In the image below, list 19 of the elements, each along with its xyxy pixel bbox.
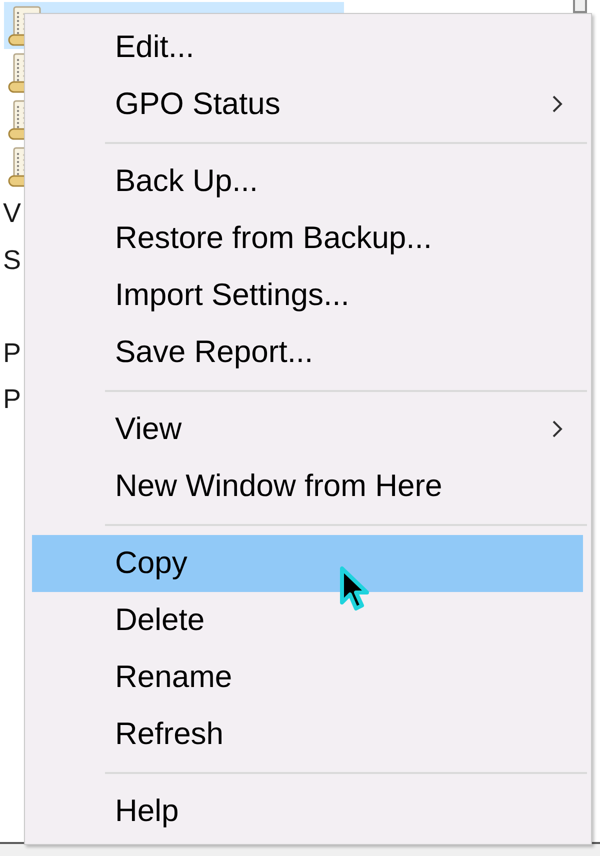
menu-item[interactable]: Help [32,782,583,840]
scrollbar-thumb[interactable] [573,0,587,13]
cursor-icon [338,564,372,613]
menu-item[interactable]: Delete [32,592,583,648]
menu-item[interactable]: Save Report... [32,324,583,380]
menu-item[interactable]: Restore from Backup... [32,210,583,266]
tree-item[interactable]: V [0,190,22,237]
menu-item[interactable]: New Window from Here [32,458,583,514]
menu-item[interactable]: Refresh [32,706,583,762]
menu-item[interactable]: Back Up... [32,152,583,210]
list-item[interactable]: P [0,330,22,376]
menu-item[interactable]: Copy [32,534,583,592]
list-item[interactable]: P [0,376,22,422]
menu-item[interactable]: Import Settings... [32,266,583,324]
menu-item[interactable]: View [32,400,583,458]
menu-item[interactable]: GPO Status [32,76,583,132]
menu-item[interactable]: Edit... [32,18,583,76]
tree-item[interactable]: S [0,237,22,284]
menu-item[interactable]: Rename [32,648,583,706]
